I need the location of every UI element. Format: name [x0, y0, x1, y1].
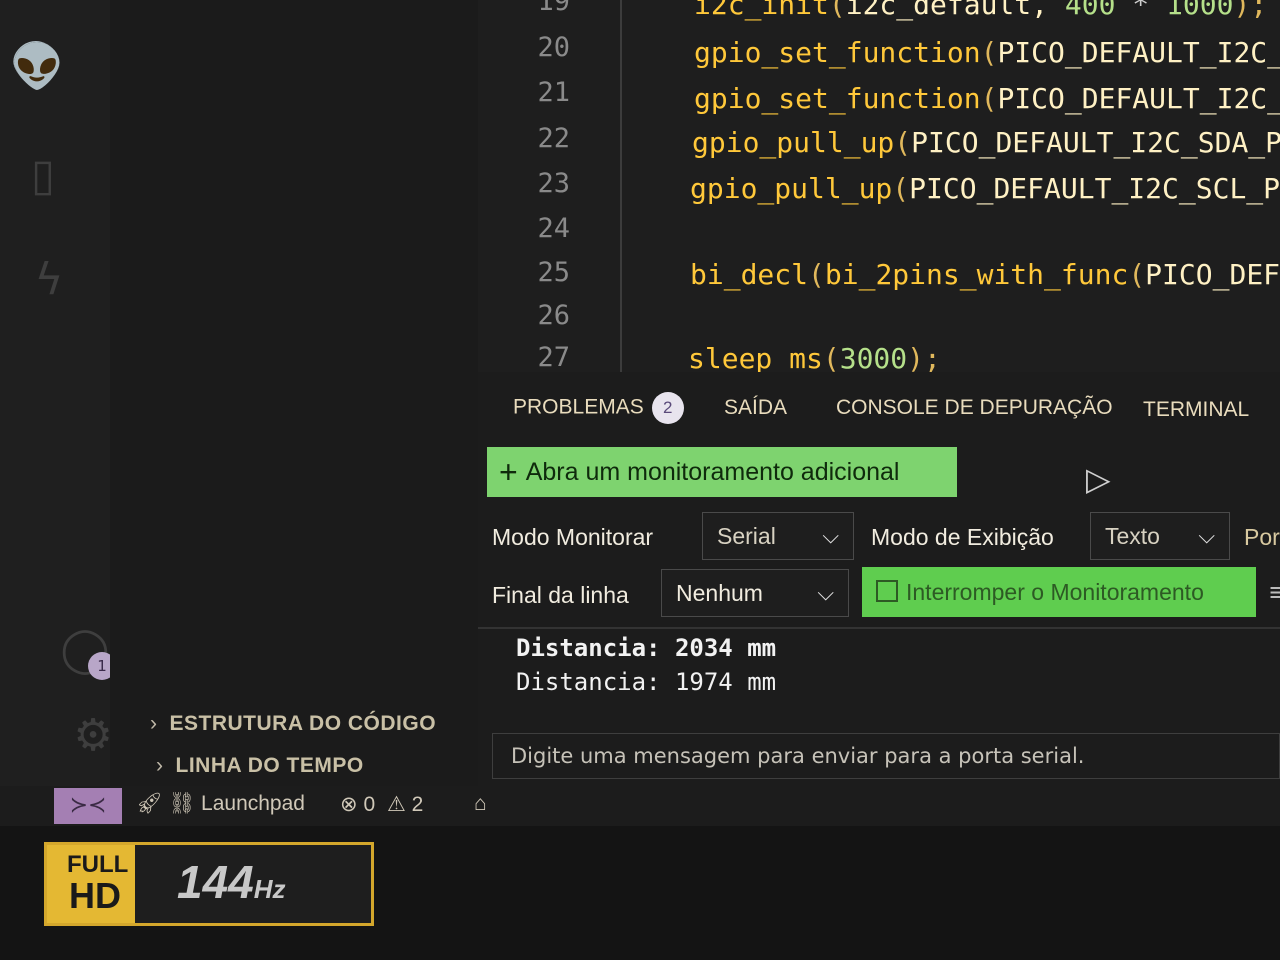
remote-indicator[interactable]: ≻≺	[54, 788, 122, 824]
chevron-right-icon: ›	[150, 712, 158, 735]
plus-icon: +	[499, 453, 518, 490]
line-number: 22	[537, 123, 570, 154]
refresh-rate-logo: 144Hz	[177, 856, 286, 908]
code-line: gpio_pull_up(PICO_DEFAULT_I2C_SCL_P	[690, 172, 1280, 205]
tab-terminal[interactable]: TERMINAL	[1143, 398, 1249, 422]
line-number: 25	[537, 257, 570, 288]
more-options-icon[interactable]: ≡	[1268, 578, 1280, 606]
code-line: gpio_set_function(PICO_DEFAULT_I2C_	[694, 36, 1280, 69]
alien-icon[interactable]: 👽	[2, 40, 72, 92]
chevron-down-icon: ⌵	[822, 523, 839, 548]
tab-output[interactable]: SAÍDA	[724, 396, 787, 420]
port-label: Por	[1244, 524, 1280, 550]
chevron-down-icon: ⌵	[1198, 523, 1215, 548]
monitor-screen: 👽 ▯ ϟ ◯ 1 ⚙ › ESTRUTURA DO CÓDIGO › LINHA …	[0, 0, 1280, 830]
stop-square-icon	[876, 579, 898, 602]
line-number: 27	[537, 342, 570, 373]
line-number: 19	[537, 0, 570, 17]
line-number: 26	[537, 300, 570, 331]
monitor-sticker: FULL HD 144Hz	[44, 842, 374, 926]
line-number: 20	[537, 32, 570, 63]
view-mode-label: Modo de Exibição	[871, 524, 1054, 550]
chevron-right-icon: ›	[156, 754, 164, 777]
view-mode-select[interactable]: Texto ⌵	[1090, 512, 1230, 560]
line-number: 24	[537, 213, 570, 244]
problems-count-badge: 2	[651, 392, 684, 424]
code-line: gpio_set_function(PICO_DEFAULT_I2C_	[694, 82, 1280, 115]
stop-monitoring-button[interactable]: Interromper o Monitoramento	[862, 567, 1256, 617]
chevron-down-icon: ⌵	[817, 580, 834, 605]
full-hd-logo: FULL HD	[47, 845, 135, 923]
monitor-mode-label: Modo Monitorar	[492, 524, 654, 550]
lightning-icon[interactable]: ϟ	[14, 254, 84, 305]
line-number: 21	[537, 77, 570, 108]
code-line: bi_decl(bi_2pins_with_func(PICO_DEFA	[690, 258, 1280, 291]
output-line: Distancia: 2034 mm	[516, 634, 777, 662]
board-icon[interactable]: ▯	[8, 150, 78, 201]
warning-icon: ⚠	[386, 793, 406, 816]
line-ending-select[interactable]: Nenhum ⌵	[661, 569, 849, 617]
mouse-cursor-icon: ▷	[1086, 460, 1111, 498]
link-icon: ⛓︎	[168, 792, 196, 815]
add-monitor-button[interactable]: + Abra um monitoramento adicional	[487, 447, 957, 497]
code-line: sleep_ms(3000);	[688, 342, 941, 375]
sidebar	[110, 0, 478, 790]
problems-status[interactable]: ⊗ 0 ⚠ 2	[340, 792, 423, 817]
serial-message-input[interactable]	[492, 733, 1280, 779]
section-code-outline[interactable]: › ESTRUTURA DO CÓDIGO	[150, 712, 436, 736]
indent-guide	[620, 0, 622, 372]
section-timeline[interactable]: › LINHA DO TEMPO	[156, 754, 364, 778]
error-icon: ⊗	[340, 793, 358, 816]
code-line: gpio_pull_up(PICO_DEFAULT_I2C_SDA_P	[692, 126, 1280, 159]
tab-debug-console[interactable]: CONSOLE DE DEPURAÇÃO	[836, 396, 1113, 420]
line-ending-label: Final da linha	[492, 582, 629, 608]
home-icon[interactable]: ⌂	[474, 792, 487, 816]
output-divider	[478, 627, 1280, 629]
monitor-mode-select[interactable]: Serial ⌵	[702, 512, 854, 560]
rocket-icon: 🚀︎	[136, 792, 163, 815]
tab-problems[interactable]: PROBLEMAS 2	[513, 392, 684, 424]
activity-bar: 👽 ▯ ϟ ◯ 1 ⚙	[0, 0, 116, 790]
line-number: 23	[537, 168, 570, 199]
code-line: i2c_init(i2c_default, 400 * 1000);	[694, 0, 1268, 21]
launchpad-item[interactable]: 🚀︎ ⛓︎ Launchpad	[136, 792, 305, 816]
remote-icon: ≻≺	[69, 793, 107, 818]
output-line: Distancia: 1974 mm	[516, 668, 777, 696]
